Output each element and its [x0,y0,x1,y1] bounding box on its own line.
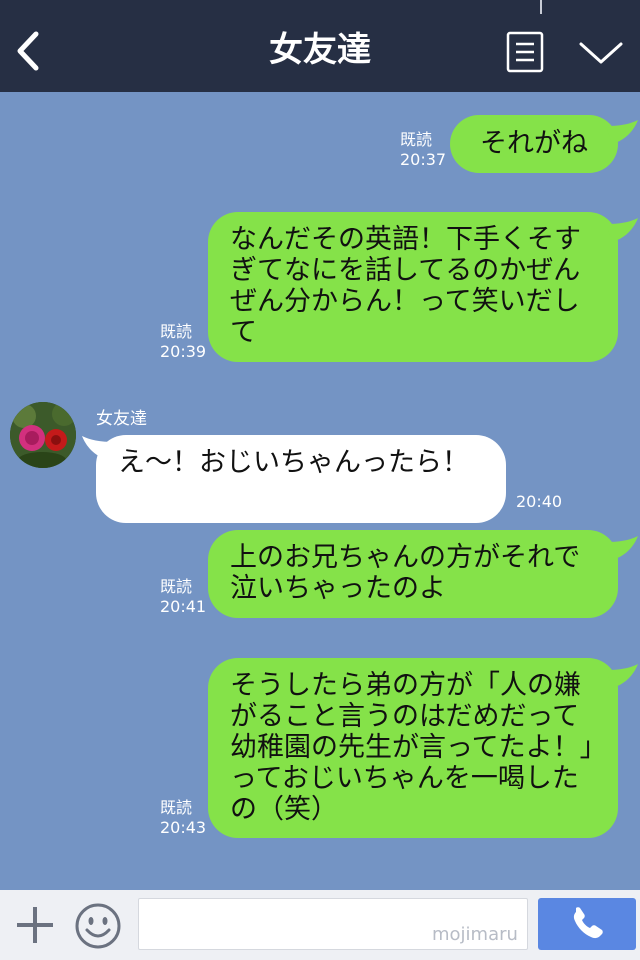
message-meta: 既読 20:37 [400,130,446,170]
message-time: 20:37 [400,150,447,169]
rose-avatar-image [10,402,76,468]
chevron-left-icon [17,31,39,71]
chevron-down-icon [579,42,623,64]
call-button[interactable] [538,898,636,950]
plus-icon [17,907,53,943]
message-bubble[interactable]: え〜！おじいちゃんったら！ [96,435,506,523]
read-receipt: 既読 [400,130,433,149]
bubble-tail [606,536,638,560]
message-time: 20:39 [160,342,207,361]
contact-avatar[interactable] [10,402,76,468]
read-receipt: 既読 [160,798,193,817]
message-bubble[interactable]: それがね [450,115,618,173]
menu-button[interactable] [506,31,544,73]
bubble-tail [606,120,638,144]
message-input[interactable] [138,898,528,950]
chat-header: 女友達 [0,0,640,92]
smiley-icon [75,903,121,949]
collapse-button[interactable] [578,38,624,68]
list-menu-icon [506,31,544,73]
message-time: 20:41 [160,597,207,616]
message-time: 20:43 [160,818,207,837]
message-bubble[interactable]: そうしたら弟の方が「人の嫌がること言うのはだめだって幼稚園の先生が言ってたよ！」… [208,658,618,838]
emoji-button[interactable] [74,902,122,950]
message-bubble[interactable]: 上のお兄ちゃんの方がそれで泣いちゃったのよ [208,530,618,618]
status-indicator [540,0,542,14]
message-time: 20:40 [516,492,563,511]
read-receipt: 既読 [160,322,193,341]
message-bubble[interactable]: なんだその英語！下手くそすぎてなにを話してるのかぜんぜん分からん！って笑いだして [208,212,618,362]
message-meta: 既読 20:41 [160,577,206,617]
add-attachment-button[interactable] [14,904,56,946]
sender-name: 女友達 [96,409,147,429]
read-receipt: 既読 [160,577,193,596]
chat-area[interactable]: 既読 20:37 それがね 既読 20:39 なんだその英語！下手くそすぎてなに… [0,92,640,890]
bubble-tail [606,664,638,688]
phone-icon [573,907,603,939]
chat-title: 女友達 [269,30,371,70]
back-button[interactable] [10,28,50,74]
message-meta: 既読 20:39 [160,322,206,362]
bubble-tail [606,218,638,242]
message-meta: 既読 20:43 [160,798,206,838]
input-bar: mojimaru [0,890,640,960]
